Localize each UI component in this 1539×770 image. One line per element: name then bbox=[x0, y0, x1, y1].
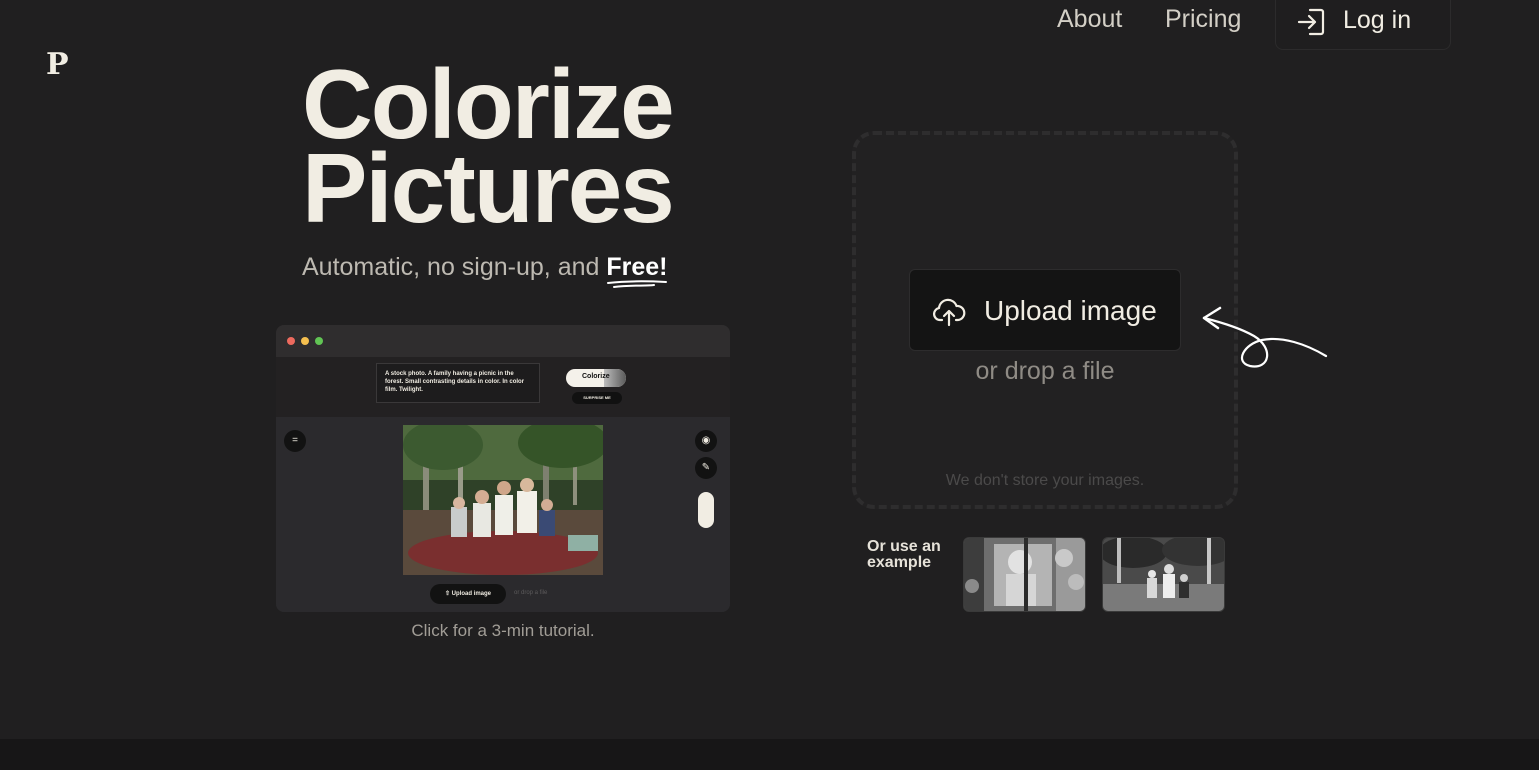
mock-upload-button: ⇧ Upload image bbox=[430, 584, 506, 604]
window-minimize-dot bbox=[301, 337, 309, 345]
drop-file-label: or drop a file bbox=[975, 357, 1115, 385]
example-image-picnic[interactable] bbox=[1102, 537, 1225, 612]
window-close-dot bbox=[287, 337, 295, 345]
upload-image-label: Upload image bbox=[984, 295, 1157, 326]
top-nav: About Pricing Log in bbox=[0, 0, 1539, 50]
mock-picnic-photo bbox=[403, 425, 603, 575]
page: P About Pricing Log in Colorize Pictures… bbox=[0, 0, 1539, 770]
hero-title-line2: Pictures bbox=[302, 133, 675, 243]
login-button[interactable]: Log in bbox=[1275, 0, 1451, 50]
mock-work-area: = ◉ ✎ ⇧ Upload image or drop a file bbox=[276, 417, 730, 612]
mock-prompt-box: A stock photo. A family having a picnic … bbox=[376, 363, 540, 403]
tutorial-video-card[interactable]: A stock photo. A family having a picnic … bbox=[276, 325, 730, 612]
free-underline-scribble bbox=[607, 280, 668, 288]
mock-undo-redo-icon bbox=[698, 492, 714, 528]
mock-prompt-area: A stock photo. A family having a picnic … bbox=[276, 357, 730, 417]
tutorial-caption[interactable]: Click for a 3-min tutorial. bbox=[276, 621, 730, 641]
hero-title: Colorize Pictures bbox=[302, 55, 675, 237]
upload-image-button[interactable]: Upload image bbox=[909, 269, 1181, 351]
example-image-portrait[interactable] bbox=[963, 537, 1086, 612]
mock-colorize-button: Colorize bbox=[566, 369, 626, 387]
login-label: Log in bbox=[1343, 6, 1412, 34]
window-maximize-dot bbox=[315, 337, 323, 345]
cloud-upload-icon bbox=[933, 298, 966, 327]
nav-pricing-link[interactable]: Pricing bbox=[1165, 4, 1241, 34]
mock-pencil-icon: ✎ bbox=[695, 457, 717, 479]
mock-window-titlebar bbox=[276, 325, 730, 357]
footer-band bbox=[0, 739, 1539, 770]
privacy-note: We don't store your images. bbox=[945, 472, 1145, 489]
hero-free-emphasis: Free! bbox=[606, 253, 668, 288]
login-icon bbox=[1297, 8, 1325, 36]
hand-drawn-arrow-icon bbox=[1202, 306, 1328, 368]
mock-menu-icon: = bbox=[284, 430, 306, 452]
nav-about-link[interactable]: About bbox=[1057, 4, 1122, 34]
mock-surprise-button: SURPRISE ME bbox=[572, 392, 622, 404]
hero-subtitle: Automatic, no sign-up, and Free! bbox=[302, 252, 668, 288]
mock-drop-label: or drop a file bbox=[514, 590, 548, 596]
brand-logo[interactable]: P bbox=[46, 48, 69, 82]
examples-label: Or use an example bbox=[867, 538, 941, 571]
hero-subtitle-prefix: Automatic, no sign-up, and bbox=[302, 253, 607, 281]
mock-palette-icon: ◉ bbox=[695, 430, 717, 452]
